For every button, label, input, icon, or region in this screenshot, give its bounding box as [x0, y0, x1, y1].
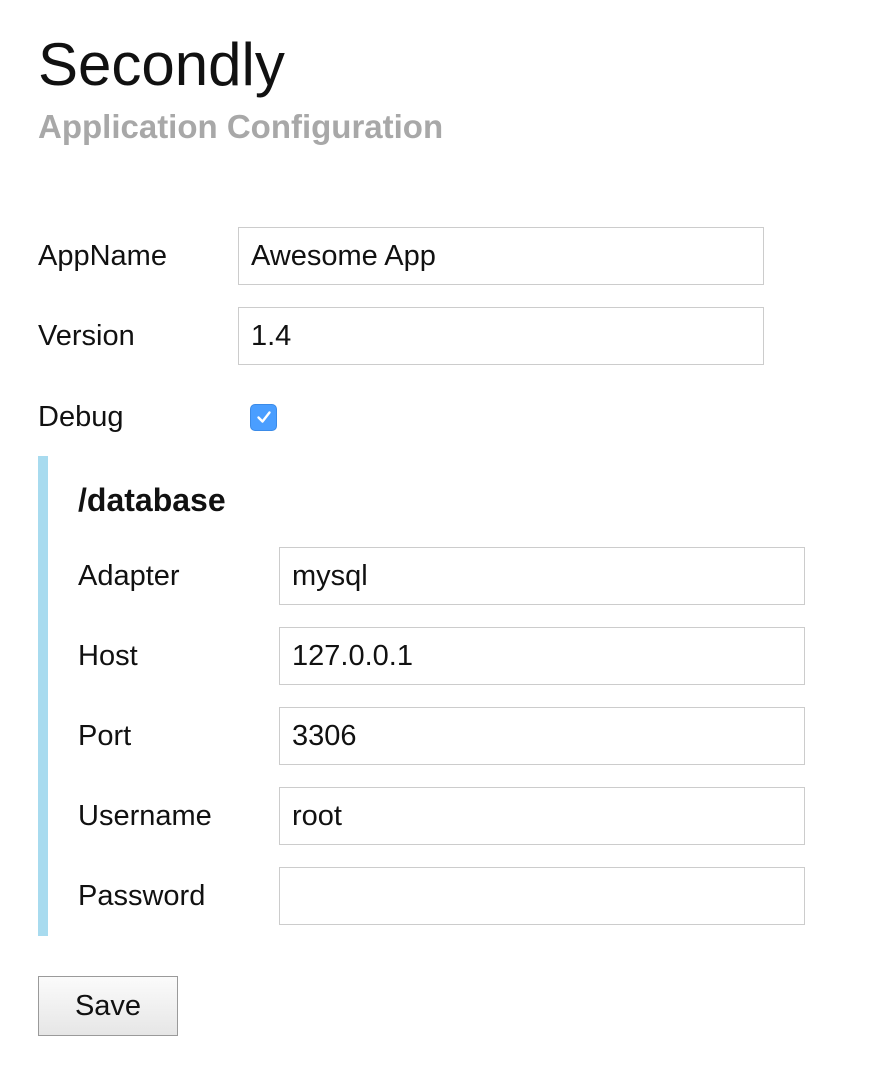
save-button[interactable]: Save [38, 976, 178, 1036]
debug-checkbox[interactable] [250, 403, 277, 431]
database-section-title: /database [78, 482, 226, 518]
app-subtitle: Application Configuration [38, 108, 444, 145]
adapter-label: Adapter [78, 559, 180, 592]
host-input[interactable] [279, 627, 805, 685]
port-row: Port [78, 707, 805, 765]
port-label: Port [78, 719, 132, 752]
adapter-row: Adapter [78, 547, 805, 605]
adapter-input[interactable] [279, 547, 805, 605]
port-input[interactable] [279, 707, 805, 765]
debug-label: Debug [38, 400, 124, 433]
appname-row: AppName [38, 227, 764, 285]
username-label: Username [78, 799, 212, 832]
version-input[interactable] [238, 307, 764, 365]
debug-row: Debug [38, 388, 277, 446]
version-label: Version [38, 319, 135, 352]
username-input[interactable] [279, 787, 805, 845]
host-row: Host [78, 627, 805, 685]
version-row: Version [38, 307, 764, 365]
appname-label: AppName [38, 239, 167, 272]
password-label: Password [78, 879, 206, 912]
password-input[interactable] [279, 867, 805, 925]
password-row: Password [78, 867, 805, 925]
username-row: Username [78, 787, 805, 845]
appname-input[interactable] [238, 227, 764, 285]
database-section: /database Adapter Host Port Username Pas… [38, 456, 818, 936]
host-label: Host [78, 639, 138, 672]
checkmark-icon [256, 411, 271, 423]
app-title: Secondly [38, 31, 285, 98]
